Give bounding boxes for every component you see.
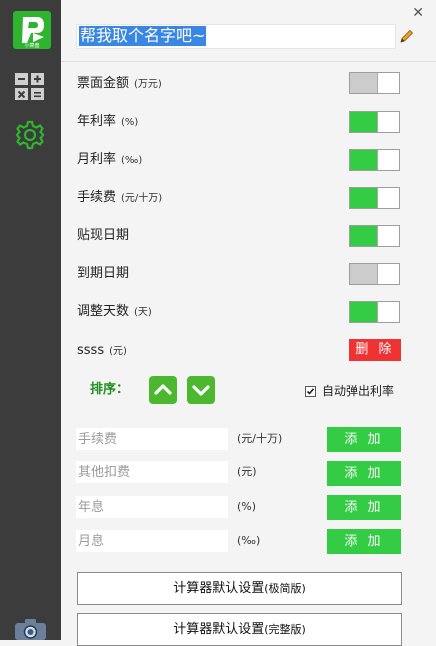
row-label: 月利率 — [77, 152, 117, 167]
other-deduction-unit: (元) — [237, 465, 257, 478]
add-fee-button[interactable]: 添 加 — [327, 427, 401, 452]
row-fee: 手续费 (元/十万) — [77, 186, 162, 210]
divider — [61, 61, 436, 62]
row-label: 手续费 — [77, 190, 117, 205]
preset-sub: (极简版) — [264, 582, 306, 595]
auto-popup-checkbox[interactable] — [305, 386, 316, 397]
sidebar: 小算盘 — [0, 0, 61, 640]
calculator-icon[interactable] — [14, 72, 46, 106]
main-panel: ✕ 帮我取个名字吧~ 票面金额 (万元) 年利率 (%) 月利率 (‰) 手续费 (元/… — [61, 0, 436, 646]
row-label: 到期日期 — [77, 266, 130, 281]
row-discount-date: 贴现日期 — [77, 224, 129, 248]
row-label: 调整天数 — [77, 304, 130, 319]
logo-icon: 小算盘 — [22, 17, 44, 49]
row-unit: (万元) — [134, 79, 162, 90]
row-label: 贴现日期 — [77, 228, 130, 243]
annual-interest-unit: (%) — [237, 500, 257, 513]
toggle-fee[interactable] — [349, 187, 400, 209]
check-icon — [306, 388, 315, 395]
toggle-discount-date[interactable] — [349, 225, 400, 247]
row-unit: (%) — [121, 117, 139, 128]
annual-interest-input[interactable] — [76, 496, 228, 518]
toggle-adjust-days[interactable] — [349, 301, 400, 323]
app-logo: 小算盘 — [13, 11, 51, 49]
preset-label: 计算器默认设置 — [173, 581, 265, 596]
close-icon[interactable]: ✕ — [412, 6, 424, 20]
auto-popup-label: 自动弹出利率 — [322, 384, 395, 398]
toggle-due-date[interactable] — [349, 263, 400, 285]
monthly-interest-unit: (‰) — [237, 534, 261, 547]
sort-label: 排序： — [90, 382, 130, 397]
chevron-up-icon — [154, 384, 172, 395]
name-input-text: 帮我取个名字吧~ — [79, 26, 207, 46]
fee-input[interactable] — [76, 428, 228, 450]
row-unit: (元/十万) — [121, 193, 163, 204]
row-annual-rate: 年利率 (%) — [77, 110, 138, 134]
row-due-date: 到期日期 — [77, 262, 129, 286]
preset-label: 计算器默认设置 — [173, 622, 265, 637]
other-deduction-input[interactable] — [76, 461, 228, 483]
row-unit: (天) — [134, 307, 152, 318]
move-down-button[interactable] — [187, 376, 215, 404]
row-label: ssss — [77, 343, 105, 358]
add-other-deduction-button[interactable]: 添 加 — [327, 461, 401, 486]
add-annual-interest-button[interactable]: 添 加 — [327, 495, 401, 520]
preset-full-button[interactable]: 计算器默认设置(完整版) — [77, 613, 402, 646]
logo-text: 小算盘 — [24, 42, 39, 49]
row-label: 票面金额 — [77, 76, 130, 91]
toggle-face-amount[interactable] — [349, 72, 400, 94]
row-unit: (元) — [109, 346, 127, 357]
toggle-annual-rate[interactable] — [349, 111, 400, 133]
name-input[interactable]: 帮我取个名字吧~ — [76, 24, 396, 49]
fee-unit: (元/十万) — [237, 432, 283, 445]
camera-icon[interactable] — [14, 618, 48, 644]
row-monthly-rate: 月利率 (‰) — [77, 148, 142, 172]
row-unit: (‰) — [121, 155, 143, 166]
row-face-amount: 票面金额 (万元) — [77, 72, 162, 96]
delete-button[interactable]: 删 除 — [349, 339, 401, 361]
move-up-button[interactable] — [149, 376, 177, 404]
row-adjust-days: 调整天数 (天) — [77, 300, 152, 324]
monthly-interest-input[interactable] — [76, 530, 228, 552]
preset-sub: (完整版) — [264, 623, 306, 636]
preset-minimal-button[interactable]: 计算器默认设置(极简版) — [77, 572, 402, 605]
gear-icon[interactable] — [14, 119, 46, 155]
add-monthly-interest-button[interactable]: 添 加 — [327, 529, 401, 554]
toggle-monthly-rate[interactable] — [349, 149, 400, 171]
chevron-down-icon — [192, 385, 210, 396]
pencil-icon[interactable] — [400, 28, 414, 47]
row-custom: ssss (元) — [77, 339, 127, 363]
row-label: 年利率 — [77, 114, 117, 129]
